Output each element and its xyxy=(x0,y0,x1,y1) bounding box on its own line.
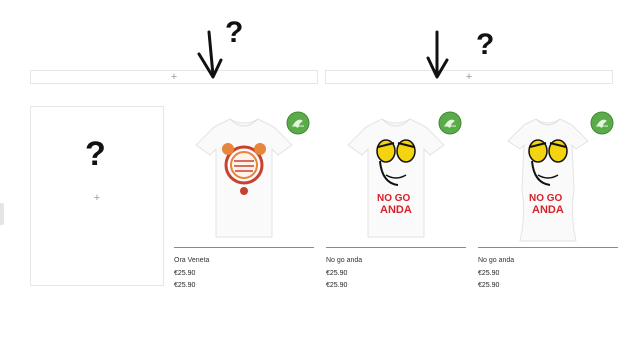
card-divider xyxy=(478,247,618,248)
annotation-arrow-left xyxy=(197,30,223,79)
product-title[interactable]: Ora Veneta xyxy=(174,257,209,264)
tshirt-print-text: ANDA xyxy=(380,204,412,216)
banner-slot-right[interactable]: + xyxy=(325,70,613,84)
eco-leaf-badge-icon xyxy=(590,111,614,135)
annotation-question-mark: ? xyxy=(225,16,244,49)
product-card[interactable]: Ora Veneta €25.90 €25.90 xyxy=(174,105,314,295)
annotation-question-mark: ? xyxy=(85,135,106,173)
annotation-arrow-right xyxy=(426,30,449,79)
product-price: €25.90 xyxy=(478,282,500,289)
add-content-plus-icon[interactable]: + xyxy=(466,72,472,83)
card-divider xyxy=(174,247,314,248)
product-card[interactable]: NO GO ANDA No go anda €25.90 €25.90 xyxy=(478,105,618,295)
product-card[interactable]: NO GO ANDA No go anda €25.90 €25.90 xyxy=(326,105,466,295)
tshirt-print-text: NO GO xyxy=(377,193,411,204)
side-panel-tab[interactable] xyxy=(0,203,4,225)
eco-leaf-badge-icon xyxy=(286,111,310,135)
add-content-plus-icon[interactable]: + xyxy=(94,193,100,204)
add-content-plus-icon[interactable]: + xyxy=(171,72,177,83)
product-price: €25.90 xyxy=(326,282,348,289)
product-price: €25.90 xyxy=(174,282,196,289)
product-price: €25.90 xyxy=(478,270,500,277)
product-price: €25.90 xyxy=(174,270,196,277)
product-price: €25.90 xyxy=(326,270,348,277)
banner-slot-left[interactable]: + xyxy=(30,70,318,84)
card-divider xyxy=(326,247,466,248)
product-title[interactable]: No go anda xyxy=(478,257,514,264)
tshirt-print-text: ANDA xyxy=(532,204,564,216)
eco-leaf-badge-icon xyxy=(438,111,462,135)
annotation-question-mark: ? xyxy=(476,28,495,61)
empty-product-card[interactable]: ? + xyxy=(30,106,164,286)
tshirt-print-text: NO GO xyxy=(529,193,563,204)
product-title[interactable]: No go anda xyxy=(326,257,362,264)
